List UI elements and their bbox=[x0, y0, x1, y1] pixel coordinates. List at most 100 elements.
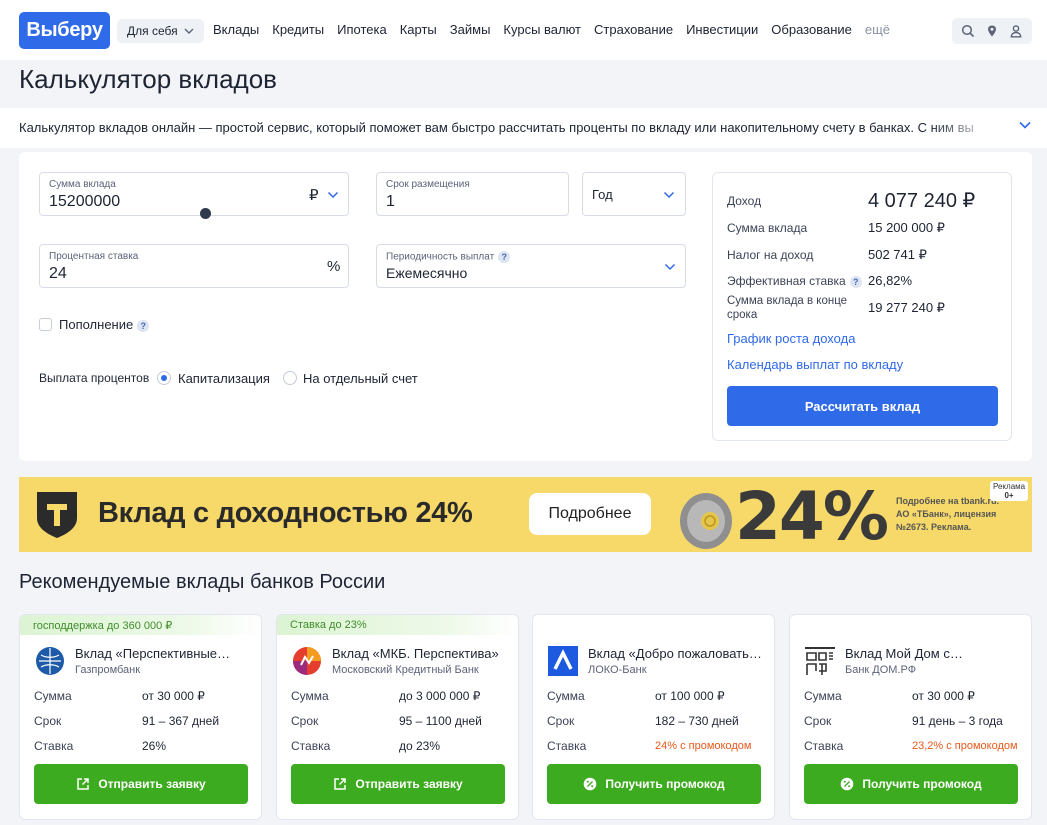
nav-item-investments[interactable]: Инвестиции bbox=[686, 22, 758, 37]
amount-value[interactable]: 15200000 bbox=[49, 193, 120, 211]
card-term-value: 182 – 730 дней bbox=[655, 714, 739, 728]
topup-label-text: Пополнение bbox=[59, 317, 134, 332]
nav-item-insurance[interactable]: Страхование bbox=[594, 22, 673, 37]
nav-item-mortgage[interactable]: Ипотека bbox=[337, 22, 387, 37]
nav-item-cards[interactable]: Карты bbox=[400, 22, 437, 37]
radio-capitalization-label[interactable]: Капитализация bbox=[178, 371, 270, 386]
card-term-label: Срок bbox=[291, 714, 319, 728]
card-amount-label: Сумма bbox=[804, 689, 842, 703]
income-growth-chart-link[interactable]: График роста дохода bbox=[727, 331, 855, 346]
help-icon[interactable]: ? bbox=[137, 319, 150, 332]
site-logo[interactable]: Выберу bbox=[19, 12, 110, 49]
nav-item-education[interactable]: Образование bbox=[771, 22, 852, 37]
expand-chevron-icon[interactable] bbox=[1018, 118, 1032, 132]
send-application-button[interactable]: Отправить заявку bbox=[291, 764, 505, 804]
term-value[interactable]: 1 bbox=[386, 193, 395, 211]
percent-badge-icon bbox=[841, 777, 854, 791]
card-term-label: Срок bbox=[34, 714, 62, 728]
header-tools bbox=[952, 18, 1032, 44]
payout-calendar-link[interactable]: Календарь выплат по вкладу bbox=[727, 357, 903, 372]
banner-more-button[interactable]: Подробнее bbox=[529, 493, 651, 535]
term-unit-value: Год bbox=[592, 187, 613, 202]
radio-capitalization[interactable] bbox=[157, 371, 171, 385]
domrf-logo-icon bbox=[805, 647, 835, 675]
banner-disclaimer-line: №2673. Реклама. bbox=[896, 522, 972, 532]
radio-separate-account-label[interactable]: На отдельный счет bbox=[303, 371, 418, 386]
ad-banner[interactable]: Вклад с доходностью 24% Подробнее 24% По… bbox=[19, 477, 1032, 552]
intro-text: Калькулятор вкладов онлайн — простой сер… bbox=[19, 120, 974, 135]
card-deposit-name[interactable]: Вклад «МКБ. Перспектива» bbox=[332, 646, 512, 661]
card-deposit-name[interactable]: Вклад Мой Дом с… bbox=[845, 646, 1025, 661]
card-amount-label: Сумма bbox=[291, 689, 329, 703]
help-icon[interactable]: ? bbox=[849, 275, 862, 288]
ad-label-text: Реклама bbox=[993, 482, 1026, 491]
card-term-value: 91 – 367 дней bbox=[142, 714, 220, 728]
deposit-card[interactable]: Ставка до 23% Вклад «МКБ. Перспектива» М… bbox=[276, 614, 519, 820]
deposit-card[interactable]: Вклад «Добро пожаловать… ЛОКО-Банк Сумма… bbox=[532, 614, 775, 820]
nav-item-credits[interactable]: Кредиты bbox=[272, 22, 324, 37]
rate-field[interactable]: Процентная ставка 24 % bbox=[39, 244, 349, 288]
percent-symbol: % bbox=[327, 258, 341, 275]
audience-dropdown-label: Для себя bbox=[127, 24, 178, 38]
age-rating: 0+ bbox=[1004, 491, 1014, 500]
mkb-logo-icon bbox=[293, 647, 321, 675]
ad-label[interactable]: Реклама 0+ bbox=[990, 481, 1029, 501]
recommended-title: Рекомендуемые вклады банков России bbox=[19, 571, 386, 593]
help-icon[interactable]: ? bbox=[498, 251, 511, 263]
nav-item-deposits[interactable]: Вклады bbox=[213, 22, 259, 37]
send-application-label: Отправить заявку bbox=[98, 777, 206, 791]
interest-payout-label: Выплата процентов bbox=[39, 371, 150, 385]
nav-item-currency-rates[interactable]: Курсы валют bbox=[503, 22, 581, 37]
card-bank-name: ЛОКО-Банк bbox=[588, 664, 647, 676]
deposit-card[interactable]: Вклад Мой Дом с… Банк ДОМ.РФ Сумма от 30… bbox=[789, 614, 1032, 820]
effective-rate-label: Эффективная ставка? bbox=[727, 274, 862, 288]
intro-block: Калькулятор вкладов онлайн — простой сер… bbox=[0, 108, 1047, 148]
audience-dropdown[interactable]: Для себя bbox=[117, 19, 204, 43]
term-unit-select[interactable]: Год bbox=[582, 172, 686, 216]
result-amount-value: 15 200 000 ₽ bbox=[868, 220, 945, 235]
calculate-button[interactable]: Рассчитать вклад bbox=[727, 386, 998, 426]
nav-item-loans[interactable]: Займы bbox=[450, 22, 491, 37]
card-rate-value: 23,2% с промокодом bbox=[912, 740, 1018, 752]
search-icon[interactable] bbox=[961, 24, 975, 38]
card-rate-value: 24% с промокодом bbox=[655, 740, 752, 752]
payout-frequency-select[interactable]: Периодичность выплат? Ежемесячно bbox=[376, 244, 686, 288]
card-term-label: Срок bbox=[547, 714, 575, 728]
rate-value[interactable]: 24 bbox=[49, 265, 67, 283]
topup-checkbox[interactable] bbox=[39, 318, 52, 331]
amount-field[interactable]: Сумма вклада 15200000 ₽ bbox=[39, 172, 349, 216]
intro-fade bbox=[930, 116, 1000, 140]
banner-title: Вклад с доходностью 24% bbox=[98, 497, 473, 529]
send-application-button[interactable]: Отправить заявку bbox=[34, 764, 248, 804]
banner-disclaimer-line: Подробнее на tbank.ru. bbox=[896, 496, 1000, 506]
deposit-card[interactable]: господдержка до 360 000 ₽ Вклад «Перспек… bbox=[19, 614, 262, 820]
card-deposit-name[interactable]: Вклад «Перспективные… bbox=[75, 646, 255, 661]
amount-slider-thumb[interactable] bbox=[200, 208, 211, 219]
card-rate-value: 26% bbox=[142, 739, 167, 753]
location-icon[interactable] bbox=[985, 24, 999, 38]
get-promo-code-button[interactable]: Получить промокод bbox=[547, 764, 761, 804]
radio-separate-account[interactable] bbox=[283, 371, 297, 385]
card-term-label: Срок bbox=[804, 714, 832, 728]
card-amount-value: до 3 000 000 ₽ bbox=[399, 689, 481, 703]
card-deposit-name[interactable]: Вклад «Добро пожаловать… bbox=[588, 646, 768, 661]
card-term-value: 91 день – 3 года bbox=[912, 714, 1003, 728]
effective-rate-label-text: Эффективная ставка bbox=[727, 274, 846, 288]
get-promo-code-label: Получить промокод bbox=[862, 777, 982, 791]
income-value: 4 077 240 ₽ bbox=[868, 190, 976, 212]
card-rate-label: Ставка bbox=[34, 739, 74, 753]
nav-more[interactable]: ещё bbox=[865, 22, 890, 37]
top-bar: Выберу Для себя Вклады Кредиты Ипотека К… bbox=[0, 0, 1047, 60]
currency-symbol[interactable]: ₽ bbox=[309, 186, 319, 204]
user-icon[interactable] bbox=[1009, 24, 1023, 38]
term-field[interactable]: Срок размещения 1 bbox=[376, 172, 569, 216]
card-promo: господдержка до 360 000 ₽ bbox=[20, 615, 261, 635]
effective-rate-value: 26,82% bbox=[868, 273, 913, 288]
amount-label: Сумма вклада bbox=[49, 179, 116, 190]
get-promo-code-button[interactable]: Получить промокод bbox=[804, 764, 1018, 804]
card-bank-name: Московский Кредитный Банк bbox=[332, 664, 479, 676]
chevron-down-icon[interactable] bbox=[327, 189, 339, 201]
external-link-icon bbox=[334, 778, 347, 790]
card-amount-label: Сумма bbox=[547, 689, 585, 703]
topup-label[interactable]: Пополнение? bbox=[59, 317, 150, 332]
